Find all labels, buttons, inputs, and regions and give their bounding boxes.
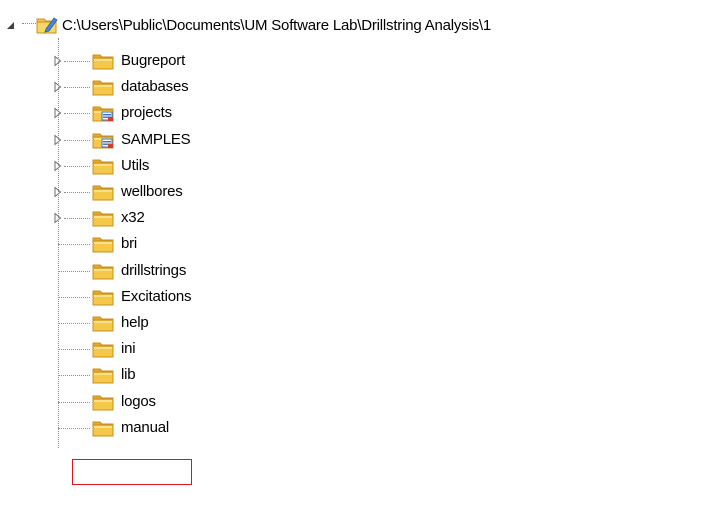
node-connector-line: [58, 296, 90, 298]
folder-icon: [92, 314, 114, 332]
tree-node-label: logos: [121, 392, 156, 410]
node-connector-line: [64, 192, 90, 193]
tree-root-node[interactable]: C:\Users\Public\Documents\UM Software La…: [0, 13, 728, 39]
tree-node-samples[interactable]: SAMPLES: [0, 127, 728, 153]
tree-node-label: bri: [121, 235, 138, 253]
tree-node-label: drillstrings: [121, 261, 187, 279]
tree-root-label: C:\Users\Public\Documents\UM Software La…: [62, 17, 492, 34]
tree-node-help[interactable]: help: [0, 310, 728, 336]
folder-icon: [92, 78, 114, 96]
folder-icon: [92, 340, 114, 358]
folder-icon: [92, 209, 114, 227]
tree-node-label: lib: [121, 366, 136, 384]
node-connector-line: [64, 113, 90, 115]
tree-node-label: wellbores: [121, 183, 183, 200]
node-connector-line: [58, 401, 90, 403]
tree-node-label: x32: [121, 209, 145, 227]
node-connector-line: [64, 87, 90, 89]
folder-tree: C:\Users\Public\Documents\UM Software La…: [0, 0, 728, 515]
tree-node-label: databases: [121, 78, 189, 96]
selection-highlight: [72, 459, 192, 485]
node-connector-line: [58, 270, 90, 272]
folder-icon: [92, 366, 114, 384]
tree-node-label: Bugreport: [121, 52, 186, 69]
node-connector-line: [64, 61, 90, 62]
tree-node-label: ini: [121, 340, 136, 358]
folder-icon: [92, 288, 114, 306]
tree-node-lib[interactable]: lib: [0, 362, 728, 388]
tree-node-label: help: [121, 314, 149, 331]
tree-node-utils[interactable]: Utils: [0, 153, 728, 179]
folder-special-icon: [92, 104, 114, 122]
folder-icon: [92, 52, 114, 70]
node-connector-line: [58, 323, 90, 324]
folder-icon: [92, 393, 114, 411]
tree-node-label: Utils: [121, 156, 150, 174]
folder-icon: [92, 183, 114, 201]
node-connector-line: [58, 427, 90, 429]
collapse-arrow-icon[interactable]: [6, 21, 16, 33]
tree-node-excitations[interactable]: Excitations: [0, 284, 728, 310]
tree-node-label: Excitations: [121, 287, 192, 305]
tree-node-projects[interactable]: projects: [0, 100, 728, 126]
tree-node-x32[interactable]: x32: [0, 205, 728, 231]
tree-node-label: manual: [121, 418, 169, 436]
tree-node-label: projects: [121, 104, 172, 122]
tree-node-ini[interactable]: ini: [0, 336, 728, 362]
node-connector-line: [58, 375, 90, 377]
node-connector-line: [64, 165, 90, 167]
node-connector-line: [58, 244, 90, 246]
tree-node-label: SAMPLES: [121, 130, 191, 148]
tree-connector-line: [58, 38, 59, 448]
tree-node-bugreport[interactable]: Bugreport: [0, 48, 728, 74]
folder-icon: [92, 262, 114, 280]
tree-node-bri[interactable]: bri: [0, 231, 728, 257]
folder-special-icon: [92, 131, 114, 149]
node-connector-line: [64, 139, 90, 141]
tree-node-drillstrings[interactable]: drillstrings: [0, 258, 728, 284]
tree-node-manual[interactable]: manual: [0, 415, 728, 441]
folder-icon: [92, 235, 114, 253]
folder-edit-icon: [36, 15, 58, 34]
node-connector-line: [58, 349, 90, 351]
root-connector-line: [22, 23, 36, 24]
tree-node-wellbores[interactable]: wellbores: [0, 179, 728, 205]
tree-node-databases[interactable]: databases: [0, 74, 728, 100]
folder-icon: [92, 419, 114, 437]
tree-node-logos[interactable]: logos: [0, 389, 728, 415]
node-connector-line: [64, 218, 90, 220]
folder-icon: [92, 157, 114, 175]
